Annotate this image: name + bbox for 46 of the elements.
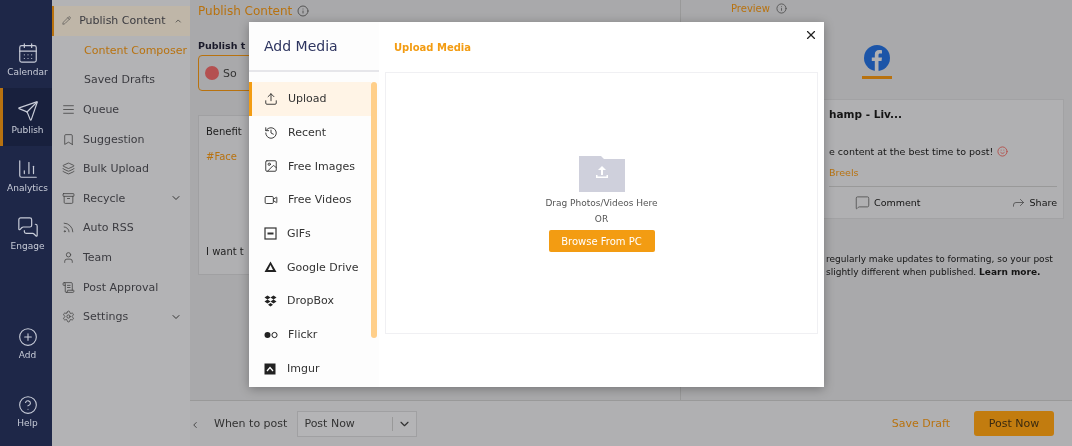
post-title: Benefit [206,126,242,137]
or-text: OR [594,214,609,224]
post-text: e content at the best time to post! [829,146,994,157]
account-name: hamp - Liv... [829,108,902,120]
rail-item[interactable]: Add [0,314,52,372]
media-source-item[interactable]: Free Images [249,149,371,184]
when-to-post-label: When to post [214,417,288,430]
media-source-item[interactable]: Flickr [249,317,371,352]
panel-title: Upload Media [393,40,472,55]
media-source-item[interactable]: Imgur [249,351,371,386]
media-source-item[interactable]: DropBox [249,284,371,318]
media-source-item[interactable]: Recent [249,115,371,150]
preview-title: Preview [731,3,770,14]
rail-item[interactable]: Help [0,382,52,440]
dialog-title: Add Media [249,22,379,72]
rail-item[interactable]: Engage [0,204,52,262]
when-to-post-select[interactable]: Post Now [297,410,418,437]
sidebar-item[interactable]: Auto RSS [52,213,190,243]
sidebar-subitem[interactable]: Saved Drafts [52,65,190,95]
sidebar-item[interactable]: Suggestion [52,124,190,154]
page-title: Publish Content [198,4,293,18]
media-source-item[interactable]: Google Drive [249,250,371,285]
account-name: So [223,66,237,80]
action-label[interactable]: Share [1029,197,1057,208]
sidebar-item[interactable]: Queue [52,94,190,125]
action-label[interactable]: Comment [874,197,921,208]
sidebar-item[interactable]: Bulk Upload [52,153,190,184]
media-source-item[interactable]: Free Videos [249,183,371,217]
sidebar-item[interactable]: Settings [52,301,190,332]
rail-item[interactable]: Analytics [0,146,52,204]
tags-text: Breels [829,167,859,178]
sidebar-item[interactable]: Post Approval [52,272,190,302]
rail-item[interactable]: Calendar [0,30,52,88]
post-now-button[interactable]: Post Now [974,411,1054,436]
sidebar-item[interactable]: Recycle [52,183,190,214]
publish-to-label: Publish t [198,40,246,51]
sidebar-item[interactable]: Publish Content [52,6,190,36]
prompt-text: I want t [206,246,244,257]
preview-note: regularly make updates to formating, so your post slightly different when published. Learn more. [826,253,1054,279]
media-source-item[interactable]: Upload [249,82,371,116]
hashtag: #Face [206,151,237,162]
drop-hint: Drag Photos/Videos Here [545,198,658,208]
sidebar-item[interactable]: Team [52,242,190,273]
rail-item[interactable]: Publish [0,88,52,146]
drop-zone[interactable]: Drag Photos/Videos Here OR Browse From PC [385,72,818,334]
media-source-item[interactable]: GIFs [249,216,371,251]
